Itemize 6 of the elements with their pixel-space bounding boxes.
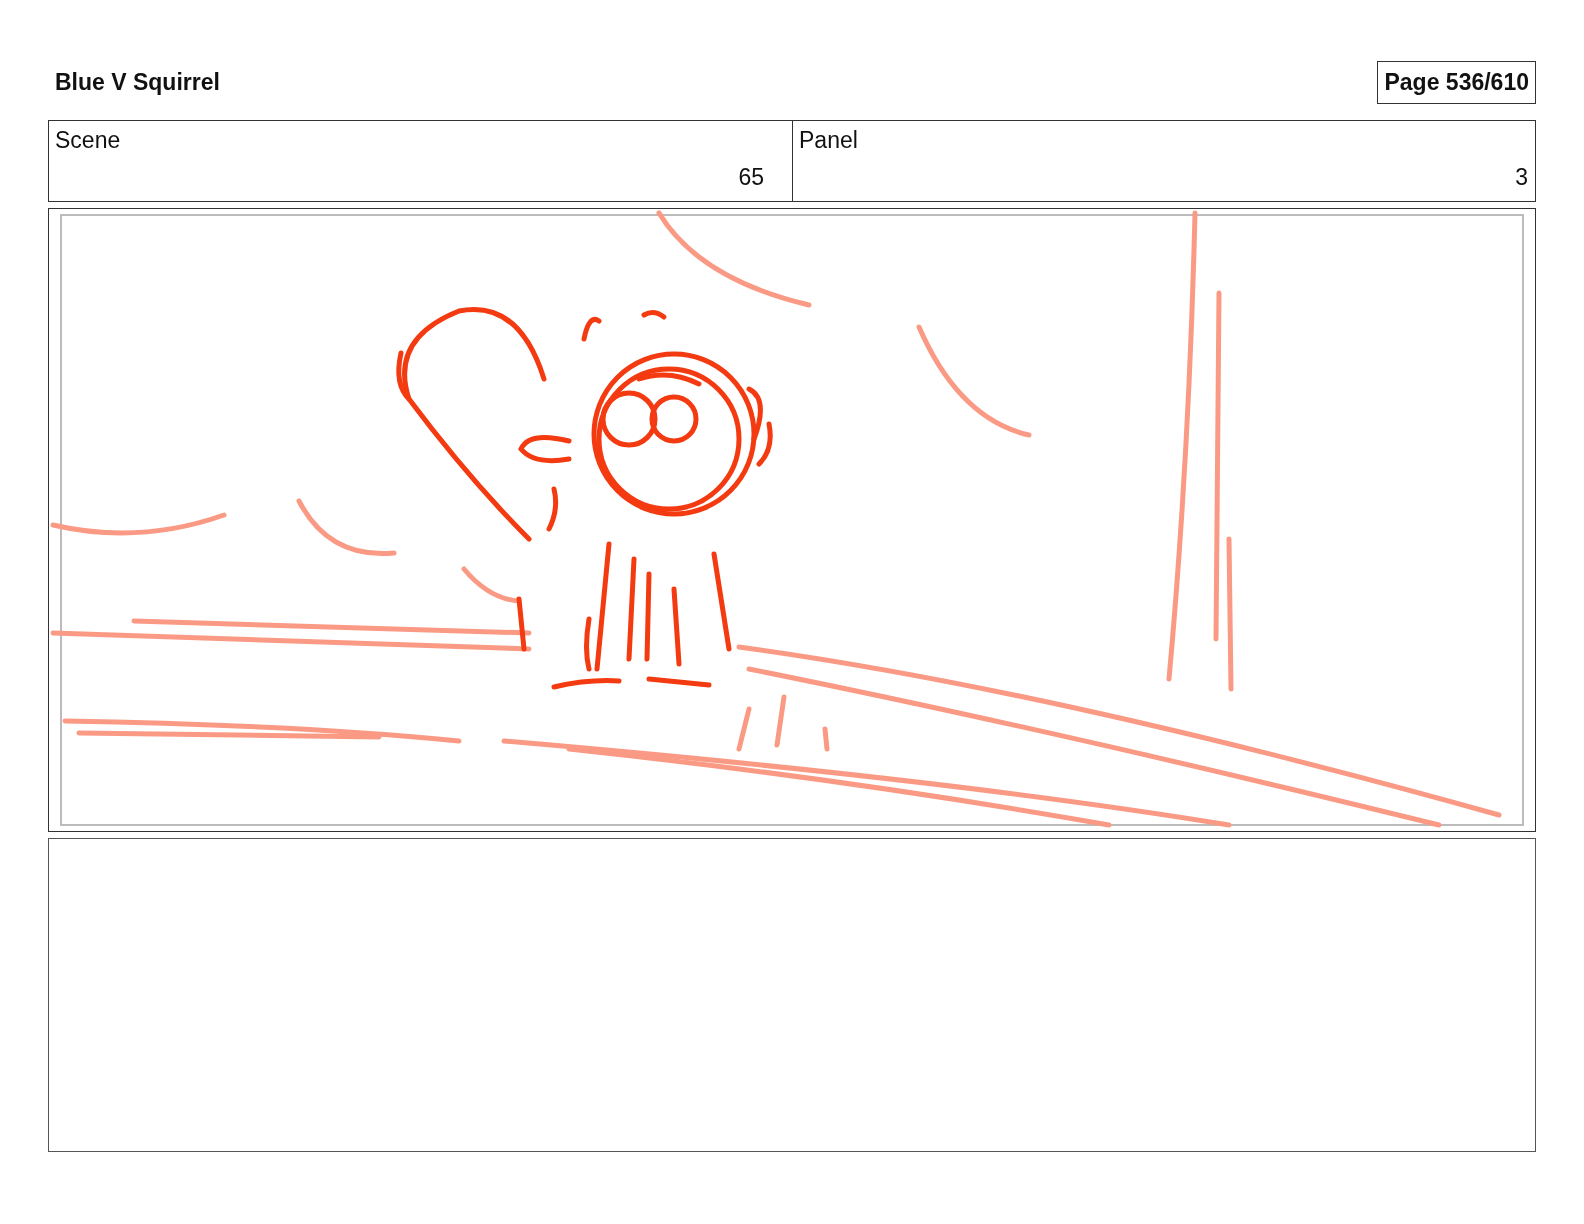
storyboard-title: Blue V Squirrel — [55, 68, 220, 96]
page-number: Page 536/610 — [1377, 60, 1536, 104]
field-value: 65 — [738, 164, 764, 191]
field-label: Panel — [799, 127, 858, 154]
field-value: 3 — [1515, 164, 1528, 191]
field-label: Scene — [55, 127, 121, 154]
